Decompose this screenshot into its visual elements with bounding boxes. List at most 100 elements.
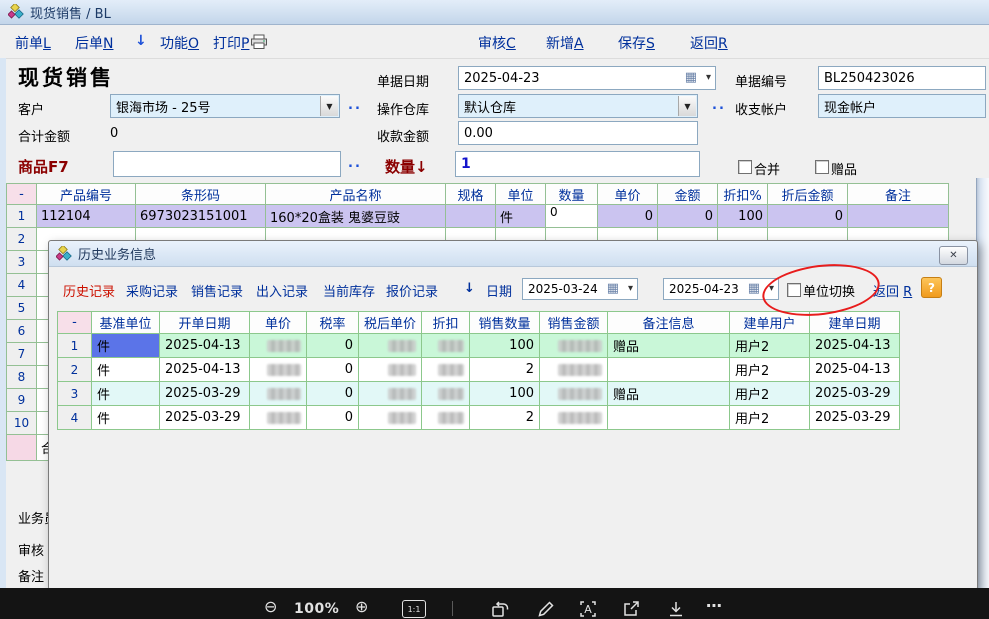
table-cell[interactable]: 0: [307, 382, 359, 406]
table-cell[interactable]: 0: [546, 205, 598, 228]
table-cell[interactable]: [446, 205, 496, 228]
table-cell[interactable]: [422, 382, 470, 406]
table-cell[interactable]: 4: [7, 274, 37, 297]
table-row[interactable]: 11121046973023151001160*20盒装 鬼婆豆豉件000100…: [7, 205, 949, 228]
table-cell[interactable]: 100: [470, 334, 540, 358]
date-to-field[interactable]: 2025-04-23 ▦ ▾: [663, 278, 779, 300]
table-cell[interactable]: 160*20盒装 鬼婆豆豉: [266, 205, 446, 228]
table-cell[interactable]: 用户2: [730, 358, 810, 382]
column-header[interactable]: -: [58, 312, 92, 334]
text-extract-icon[interactable]: A: [578, 599, 598, 619]
table-cell[interactable]: [540, 406, 608, 430]
column-header[interactable]: 单价: [250, 312, 307, 334]
audit-button[interactable]: 审核C: [478, 33, 516, 53]
rotate-icon[interactable]: [490, 599, 510, 619]
next-doc-button[interactable]: 后单N: [75, 33, 113, 53]
table-cell[interactable]: 100: [470, 382, 540, 406]
table-cell[interactable]: [359, 406, 422, 430]
table-cell[interactable]: 件: [92, 382, 160, 406]
column-header[interactable]: 销售数量: [470, 312, 540, 334]
save-download-icon[interactable]: [666, 599, 686, 619]
table-cell[interactable]: 用户2: [730, 334, 810, 358]
table-cell[interactable]: 赠品: [608, 334, 730, 358]
table-row[interactable]: 4件2025-03-2902用户22025-03-29: [58, 406, 900, 430]
table-cell[interactable]: 100: [718, 205, 768, 228]
table-cell[interactable]: 用户2: [730, 406, 810, 430]
column-header[interactable]: 金额: [658, 184, 718, 205]
qty-input[interactable]: 1: [455, 151, 700, 177]
table-cell[interactable]: 10: [7, 412, 37, 435]
doc-date-field[interactable]: 2025-04-23 ▦ ▾: [458, 66, 716, 90]
warehouse-browse-button[interactable]: ..: [712, 98, 726, 113]
table-cell[interactable]: [540, 334, 608, 358]
column-header[interactable]: 备注信息: [608, 312, 730, 334]
table-cell[interactable]: [7, 435, 37, 461]
column-header[interactable]: 基准单位: [92, 312, 160, 334]
table-cell[interactable]: 1: [7, 205, 37, 228]
table-cell[interactable]: 2025-04-13: [810, 334, 900, 358]
customer-combobox[interactable]: 银海市场 - 25号 ▼: [110, 94, 340, 118]
help-button[interactable]: ?: [921, 277, 942, 298]
column-header[interactable]: 折扣%: [718, 184, 768, 205]
table-cell[interactable]: 0: [768, 205, 848, 228]
calendar-icon[interactable]: ▦: [685, 70, 697, 85]
tab-inout-records[interactable]: 出入记录: [256, 281, 308, 300]
table-cell[interactable]: 0: [658, 205, 718, 228]
combo-dropdown-icon[interactable]: ▼: [678, 96, 696, 116]
calendar-caret-icon[interactable]: ▾: [769, 283, 774, 294]
column-header[interactable]: 条形码: [136, 184, 266, 205]
table-cell[interactable]: 用户2: [730, 382, 810, 406]
table-cell[interactable]: 件: [92, 358, 160, 382]
received-amount-field[interactable]: 0.00: [458, 121, 698, 145]
table-cell[interactable]: 2025-03-29: [810, 382, 900, 406]
table-cell[interactable]: 4: [58, 406, 92, 430]
column-header[interactable]: 税率: [307, 312, 359, 334]
tab-purchase-records[interactable]: 采购记录: [126, 281, 178, 300]
table-cell[interactable]: [608, 358, 730, 382]
table-cell[interactable]: [359, 334, 422, 358]
column-header[interactable]: 规格: [446, 184, 496, 205]
unit-switch-checkbox[interactable]: [787, 283, 801, 297]
table-cell[interactable]: [250, 382, 307, 406]
table-cell[interactable]: 3: [7, 251, 37, 274]
tab-quote-records[interactable]: 报价记录: [386, 281, 438, 300]
account-field[interactable]: 现金帐户: [818, 94, 986, 118]
column-header[interactable]: 产品编号: [37, 184, 136, 205]
column-header[interactable]: 单价: [598, 184, 658, 205]
table-cell[interactable]: 赠品: [608, 382, 730, 406]
table-cell[interactable]: 7: [7, 343, 37, 366]
table-cell[interactable]: [540, 358, 608, 382]
zoom-out-icon[interactable]: ⊖: [264, 599, 277, 615]
table-cell[interactable]: 2025-03-29: [810, 406, 900, 430]
more-options-icon[interactable]: ⋯: [706, 596, 722, 615]
table-cell[interactable]: 2025-03-29: [160, 406, 250, 430]
table-cell[interactable]: 1: [58, 334, 92, 358]
table-row[interactable]: 3件2025-03-290100赠品用户22025-03-29: [58, 382, 900, 406]
table-cell[interactable]: 2: [470, 358, 540, 382]
actual-size-icon[interactable]: 1:1: [402, 600, 426, 618]
goods-input[interactable]: [113, 151, 341, 177]
tab-sales-records[interactable]: 销售记录: [191, 281, 243, 300]
printer-icon[interactable]: [250, 34, 269, 50]
table-cell[interactable]: 0: [307, 334, 359, 358]
table-cell[interactable]: 8: [7, 366, 37, 389]
column-header[interactable]: 产品名称: [266, 184, 446, 205]
doc-no-field[interactable]: BL250423026: [818, 66, 986, 90]
table-cell[interactable]: [359, 358, 422, 382]
prev-doc-button[interactable]: 前单L: [15, 33, 51, 53]
table-cell[interactable]: [848, 205, 949, 228]
combo-dropdown-icon[interactable]: ▼: [320, 96, 338, 116]
table-cell[interactable]: [422, 334, 470, 358]
table-row[interactable]: 1件2025-04-130100赠品用户22025-04-13: [58, 334, 900, 358]
table-cell[interactable]: 0: [307, 406, 359, 430]
table-cell[interactable]: [422, 406, 470, 430]
goods-browse-button[interactable]: ..: [348, 156, 362, 171]
calendar-icon[interactable]: ▦: [748, 281, 760, 296]
table-cell[interactable]: 2025-03-29: [160, 382, 250, 406]
column-header[interactable]: 数量: [546, 184, 598, 205]
function-button[interactable]: 功能O: [160, 33, 199, 53]
zoom-level[interactable]: 100%: [294, 601, 339, 617]
zoom-in-icon[interactable]: ⊕: [355, 599, 368, 615]
calendar-caret-icon[interactable]: ▾: [628, 283, 633, 294]
column-header[interactable]: 建单用户: [730, 312, 810, 334]
